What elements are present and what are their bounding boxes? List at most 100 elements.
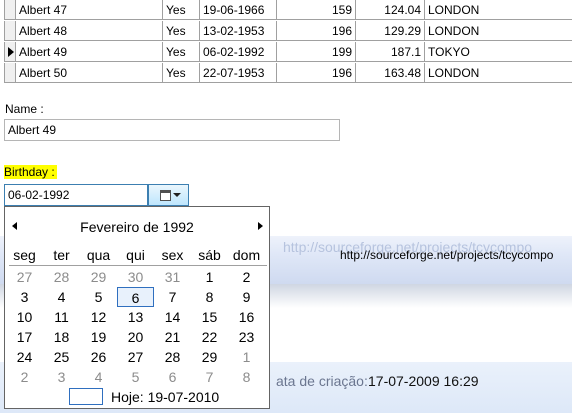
- calendar-day-other-month[interactable]: 28: [43, 267, 80, 287]
- table-cell-value[interactable]: 187.1: [356, 42, 425, 62]
- background-url: http://sourceforge.net/projects/tcycompo: [340, 248, 554, 262]
- weekday-2: qua: [86, 247, 111, 263]
- calendar-day[interactable]: 22: [191, 327, 228, 347]
- table-cell-value[interactable]: 129.29: [356, 21, 425, 41]
- table-row[interactable]: Albert 47 Yes 19-06-1966 159 124.04 LONDON: [4, 0, 572, 21]
- calendar-day[interactable]: 5: [80, 287, 117, 307]
- calendar-day[interactable]: 28: [154, 347, 191, 367]
- calendar-day[interactable]: 19: [80, 327, 117, 347]
- weekday-1: ter: [53, 247, 70, 263]
- background-creation-date-label: ata de criação:: [276, 373, 368, 389]
- table-row[interactable]: Albert 49 Yes 06-02-1992 199 187.1 TOKYO: [4, 42, 572, 63]
- calendar-day-other-month[interactable]: 31: [154, 267, 191, 287]
- weekday-4: sex: [161, 247, 184, 263]
- calendar-day-other-month[interactable]: 3: [43, 367, 80, 387]
- name-label: Name :: [5, 102, 44, 116]
- table-cell-qty[interactable]: 159: [277, 0, 356, 20]
- current-row-pointer-icon: [8, 47, 14, 57]
- calendar-day-grid: 27 28 29 30 31 1 2 3 4 5 6 7 8 9 10 11 12 13 14 15 16 17 18 19 2…: [9, 267, 267, 387]
- table-cell-qty[interactable]: 196: [277, 63, 356, 83]
- calendar-day[interactable]: 24: [6, 347, 43, 367]
- table-cell-city[interactable]: LONDON: [425, 21, 572, 41]
- calendar-day-other-month[interactable]: 6: [154, 367, 191, 387]
- calendar-day-other-month[interactable]: 1: [228, 347, 265, 367]
- calendar-day-other-month[interactable]: 30: [117, 267, 154, 287]
- calendar-day[interactable]: 4: [43, 287, 80, 307]
- calendar-day[interactable]: 25: [43, 347, 80, 367]
- today-label[interactable]: Hoje: 19-07-2010: [111, 389, 219, 405]
- calendar-day[interactable]: 10: [6, 307, 43, 327]
- calendar-day-other-month[interactable]: 5: [117, 367, 154, 387]
- birthday-label: Birthday :: [4, 165, 57, 179]
- table-cell-name[interactable]: Albert 48: [16, 21, 163, 41]
- row-indicator[interactable]: [4, 0, 16, 20]
- calendar-day[interactable]: 29: [191, 347, 228, 367]
- name-input[interactable]: [4, 119, 340, 141]
- table-row[interactable]: Albert 50 Yes 22-07-1953 196 163.48 LONDON: [4, 63, 572, 84]
- calendar-day-other-month[interactable]: 7: [191, 367, 228, 387]
- calendar-day[interactable]: 2: [228, 267, 265, 287]
- table-cell-qty[interactable]: 199: [277, 42, 356, 62]
- table-cell-birth[interactable]: 13-02-1953: [200, 21, 277, 41]
- table-cell-city[interactable]: LONDON: [425, 0, 572, 20]
- table-cell-value[interactable]: 124.04: [356, 0, 425, 20]
- calendar-day[interactable]: 27: [117, 347, 154, 367]
- weekday-0: seg: [13, 247, 36, 263]
- table-cell-name[interactable]: Albert 50: [16, 63, 163, 83]
- calendar-day-other-month[interactable]: 29: [80, 267, 117, 287]
- calendar-day[interactable]: 23: [228, 327, 265, 347]
- calendar-day[interactable]: 21: [154, 327, 191, 347]
- calendar-icon: [160, 190, 171, 201]
- calendar-day[interactable]: 15: [191, 307, 228, 327]
- calendar-day[interactable]: 9: [228, 287, 265, 307]
- calendar-month-title[interactable]: Fevereiro de 1992: [5, 219, 269, 235]
- weekday-6: dom: [232, 247, 261, 263]
- table-cell-married[interactable]: Yes: [163, 42, 200, 62]
- calendar-header-divider: [9, 265, 267, 266]
- table-cell-birth[interactable]: 06-02-1992: [200, 42, 277, 62]
- table-cell-birth[interactable]: 22-07-1953: [200, 63, 277, 83]
- date-dropdown-button[interactable]: [148, 184, 189, 206]
- calendar-day-other-month[interactable]: 2: [6, 367, 43, 387]
- calendar-day-other-month[interactable]: 27: [6, 267, 43, 287]
- table-row[interactable]: Albert 48 Yes 13-02-1953 196 129.29 LONDON: [4, 21, 572, 42]
- table-cell-married[interactable]: Yes: [163, 21, 200, 41]
- calendar-day[interactable]: 3: [6, 287, 43, 307]
- calendar-day-other-month[interactable]: 4: [80, 367, 117, 387]
- table-cell-married[interactable]: Yes: [163, 0, 200, 20]
- calendar-day[interactable]: 6: [117, 287, 154, 307]
- calendar-day[interactable]: 20: [117, 327, 154, 347]
- calendar-day[interactable]: 12: [80, 307, 117, 327]
- calendar-day[interactable]: 18: [43, 327, 80, 347]
- birthday-input[interactable]: [4, 184, 148, 206]
- calendar-day[interactable]: 8: [191, 287, 228, 307]
- table-cell-value[interactable]: 163.48: [356, 63, 425, 83]
- table-cell-birth[interactable]: 19-06-1966: [200, 0, 277, 20]
- table-cell-married[interactable]: Yes: [163, 63, 200, 83]
- table-cell-city[interactable]: LONDON: [425, 63, 572, 83]
- calendar-day[interactable]: 7: [154, 287, 191, 307]
- table-cell-name[interactable]: Albert 49: [16, 42, 163, 62]
- weekday-5: sáb: [198, 247, 221, 263]
- calendar-day[interactable]: 1: [191, 267, 228, 287]
- row-indicator[interactable]: [4, 21, 16, 41]
- table-cell-name[interactable]: Albert 47: [16, 0, 163, 20]
- calendar-day[interactable]: 16: [228, 307, 265, 327]
- row-indicator[interactable]: [4, 42, 16, 62]
- weekday-3: qui: [126, 247, 145, 263]
- calendar-day[interactable]: 26: [80, 347, 117, 367]
- calendar-day-other-month[interactable]: 8: [228, 367, 265, 387]
- row-indicator[interactable]: [4, 63, 16, 83]
- calendar-day[interactable]: 14: [154, 307, 191, 327]
- table-cell-city[interactable]: TOKYO: [425, 42, 572, 62]
- data-grid[interactable]: Albert 47 Yes 19-06-1966 159 124.04 LONDON Alb…: [4, 0, 572, 84]
- calendar-day[interactable]: 13: [117, 307, 154, 327]
- chevron-down-icon: [173, 193, 181, 197]
- today-marker[interactable]: [69, 388, 103, 405]
- background-creation-date-value: 17-07-2009 16:29: [368, 373, 479, 389]
- next-month-icon[interactable]: [258, 222, 263, 230]
- calendar-day[interactable]: 17: [6, 327, 43, 347]
- calendar-day[interactable]: 11: [43, 307, 80, 327]
- calendar-popup: Fevereiro de 1992 seg ter qua qui sex sáb dom …: [4, 206, 270, 409]
- table-cell-qty[interactable]: 196: [277, 21, 356, 41]
